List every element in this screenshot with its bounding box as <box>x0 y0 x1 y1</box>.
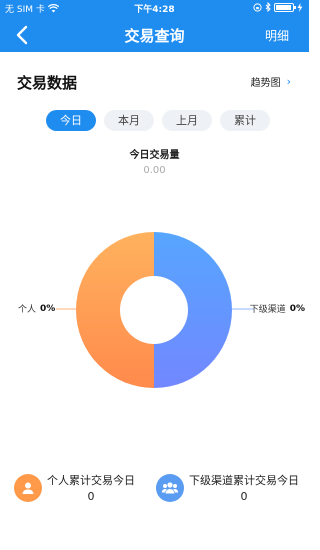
stat-subchannel: 下级渠道累计交易今日 0 <box>156 472 299 503</box>
slice-subchannel <box>154 232 232 388</box>
tab-last-month[interactable]: 上月 <box>162 110 212 131</box>
stat-subchannel-label: 下级渠道累计交易今日 <box>189 474 299 487</box>
battery-icon <box>274 2 296 12</box>
tab-today[interactable]: 今日 <box>46 110 96 131</box>
slice-name-subchannel: 下级渠道 <box>249 305 286 315</box>
chevron-right-icon: › <box>286 75 291 88</box>
slice-label-subchannel: 下级渠道 0% <box>249 302 305 316</box>
back-button[interactable] <box>10 22 36 48</box>
page-title: 交易查询 <box>124 27 185 45</box>
rotation-lock-icon <box>253 2 262 12</box>
charging-icon <box>297 2 303 12</box>
stat-personal-value: 0 <box>87 490 95 503</box>
trend-label: 趋势图 <box>250 78 281 89</box>
slice-name-personal: 个人 <box>18 305 37 315</box>
stat-personal-label: 个人累计交易今日 <box>47 474 135 487</box>
slice-pct-personal: 0% <box>40 303 56 314</box>
metric-label: 今日交易量 <box>129 150 180 161</box>
tab-total[interactable]: 累计 <box>220 110 270 131</box>
period-tabs: 今日 本月 上月 累计 <box>46 110 270 131</box>
person-icon <box>14 474 42 502</box>
back-arrow-icon <box>16 25 28 45</box>
trend-link[interactable]: 趋势图 › <box>251 74 291 89</box>
metric-value: 0.00 <box>143 165 166 176</box>
detail-button[interactable]: 明细 <box>265 27 289 44</box>
header: 无 SIM 卡 下午4:28 交易查询 明细 <box>0 0 309 52</box>
tab-this-month[interactable]: 本月 <box>104 110 154 131</box>
nav-bar: 交易查询 明细 <box>0 18 309 52</box>
bluetooth-icon <box>265 2 271 12</box>
section-title: 交易数据 <box>17 74 78 92</box>
stat-subchannel-value: 0 <box>240 490 248 503</box>
group-icon <box>156 474 184 502</box>
status-bar: 无 SIM 卡 下午4:28 <box>0 0 309 16</box>
slice-pct-subchannel: 0% <box>289 303 305 314</box>
slice-personal <box>76 232 154 388</box>
slice-label-personal: 个人 0% <box>18 302 56 316</box>
stat-personal: 个人累计交易今日 0 <box>14 472 135 503</box>
